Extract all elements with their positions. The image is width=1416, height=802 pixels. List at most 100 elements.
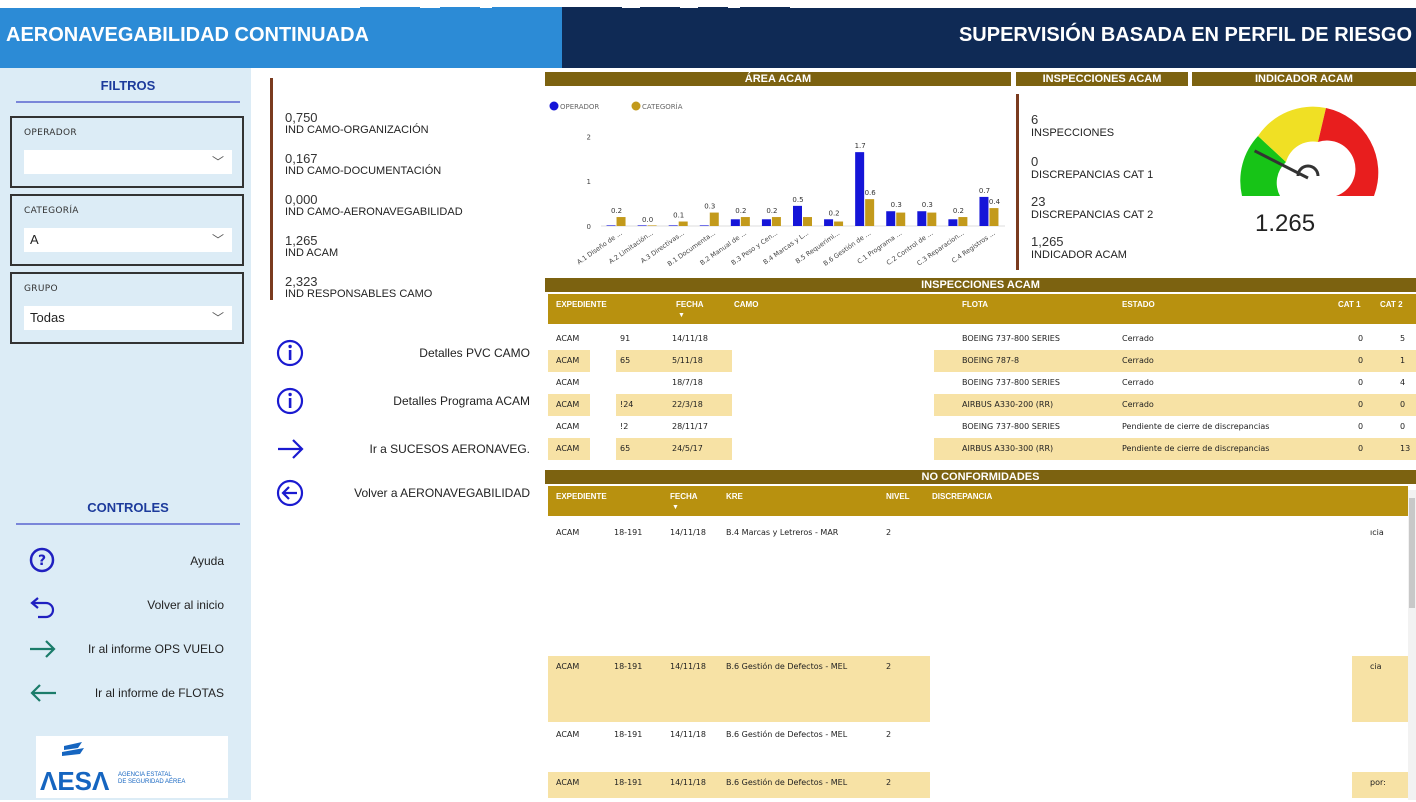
col-fecha[interactable]: FECHA — [676, 300, 704, 309]
kpi-value: 1,265 — [1031, 234, 1064, 249]
operador-label: OPERADOR — [24, 128, 77, 138]
col-cat2[interactable]: CAT 2 — [1380, 300, 1403, 309]
home-button[interactable]: Volver al inicio — [28, 590, 228, 620]
cell-fecha: 14/11/18 — [670, 662, 706, 671]
cell-flota: BOEING 737-800 SERIES — [962, 378, 1060, 387]
cell-tail: cia — [1370, 662, 1382, 671]
bar — [803, 217, 812, 226]
table-row[interactable]: ACAM 18-191 14/11/18 B.6 Gestión de Defecto… — [548, 656, 1408, 722]
help-icon: ? — [29, 547, 55, 573]
cell-estado: Cerrado — [1122, 400, 1154, 409]
scrollbar-thumb[interactable] — [1409, 498, 1415, 608]
cell-exp: ACAM — [556, 662, 580, 671]
circle-arrow-left-icon — [276, 479, 304, 507]
data-label: 0.2 — [611, 207, 622, 215]
cell-exp: ACAM — [556, 378, 580, 387]
grupo-label: GRUPO — [24, 284, 58, 294]
cell-num: 65 — [620, 444, 631, 453]
kpi-camo-aeronavegabilidad: 0,000 IND CAMO-AERONAVEGABILIDAD — [285, 192, 463, 218]
bar — [616, 217, 626, 226]
kpi-label: DISCREPANCIAS CAT 2 — [1031, 209, 1154, 221]
categoria-label: CATEGORÍA — [24, 206, 79, 216]
no-conformidades-title: NO CONFORMIDADES — [545, 470, 1416, 484]
kpi-label: IND RESPONSABLES CAMO — [285, 288, 433, 300]
cell-cat1: 0 — [1358, 378, 1364, 387]
col-expediente[interactable]: EXPEDIENTE — [556, 300, 607, 309]
kpi-label: DISCREPANCIAS CAT 1 — [1031, 169, 1154, 181]
cell-cat1: 0 — [1358, 444, 1364, 453]
bar — [668, 225, 678, 226]
col-cat1[interactable]: CAT 1 — [1338, 300, 1361, 309]
cell-flota: BOEING 787-8 — [962, 356, 1020, 365]
cell-kre: B.4 Marcas y Letreros - MAR — [726, 528, 839, 537]
cell-fecha: 5/11/18 — [672, 356, 703, 365]
logo-subtitle-1: AGENCIA ESTATAL — [118, 772, 172, 778]
cell-num: 18-191 — [614, 662, 643, 671]
col-fecha[interactable]: FECHA — [670, 492, 698, 501]
bar — [896, 212, 906, 226]
col-estado[interactable]: ESTADO — [1122, 300, 1155, 309]
kpi-value: 1,265 — [285, 233, 318, 248]
operador-dropdown[interactable]: ﹀ — [24, 150, 232, 174]
cell-flota: BOEING 737-800 SERIES — [962, 334, 1060, 343]
redacted-cell — [590, 350, 616, 372]
cell-cat2: 0 — [1400, 400, 1406, 409]
cell-exp: ACAM — [556, 730, 580, 739]
col-discrepancia[interactable]: DISCREPANCIA — [932, 492, 992, 501]
nc-table-scrollbar[interactable] — [1408, 490, 1416, 800]
table-row[interactable]: ACAM 65 5/11/18 BOEING 787-8 Cerrado 0 1 — [548, 350, 1416, 372]
nav-label: Ir a SUCESOS AERONAVEG. — [369, 442, 531, 456]
grupo-dropdown[interactable]: Todas ﹀ — [24, 306, 232, 330]
cell-num: !24 — [620, 400, 634, 409]
kpi-acam: 1,265 IND ACAM — [285, 233, 338, 259]
data-label: 0.7 — [979, 187, 990, 195]
cell-estado: Pendiente de cierre de discrepancias — [1122, 444, 1270, 453]
cell-fecha: 22/3/18 — [672, 400, 703, 409]
inspecciones-table-title: INSPECCIONES ACAM — [545, 278, 1416, 292]
bar — [979, 196, 989, 226]
cell-cat2: 1 — [1400, 356, 1406, 365]
table-row[interactable]: ACAM 18-191 14/11/18 B.6 Gestión de Defecto… — [548, 772, 1408, 798]
flotas-button[interactable]: Ir al informe de FLOTAS — [28, 678, 228, 708]
logo-subtitle-2: DE SEGURIDAD AÉREA — [118, 779, 186, 785]
detalles-programa-acam-link[interactable]: Detalles Programa ACAM — [276, 386, 530, 416]
cell-cat1: 0 — [1358, 400, 1364, 409]
table-row[interactable]: ACAM !2 28/11/17 BOEING 737-800 SERIES Pendi… — [548, 416, 1416, 438]
aesa-logo: ΛESΛ AGENCIA ESTATAL DE SEGURIDAD AÉREA — [36, 736, 228, 798]
nc-table-header: EXPEDIENTE FECHA KRE NIVEL DISCREPANCIA … — [548, 486, 1408, 516]
gauge-value: 1.265 — [1255, 210, 1316, 237]
table-row[interactable]: ACAM 18/7/18 BOEING 737-800 SERIES Cerrado 0… — [548, 372, 1416, 394]
data-label: 0.0 — [642, 216, 653, 224]
table-row[interactable]: ACAM 65 24/5/17 AIRBUS A330-300 (RR) Pendien… — [548, 438, 1416, 460]
sucesos-aeronaveg-link[interactable]: Ir a SUCESOS AERONAVEG. — [276, 434, 530, 464]
table-row[interactable]: ACAM !24 22/3/18 AIRBUS A330-200 (RR) Cerrad… — [548, 394, 1416, 416]
col-kre[interactable]: KRE — [726, 492, 743, 501]
col-camo[interactable]: CAMO — [734, 300, 758, 309]
report-subtitle: SUPERVISIÓN BASADA EN PERFIL DE RIESGO — [958, 24, 1412, 46]
table-row[interactable]: ACAM 18-191 14/11/18 B.4 Marcas y Letreros … — [548, 522, 1408, 544]
ops-vuelo-button[interactable]: Ir al informe OPS VUELO — [28, 634, 228, 664]
volver-aeronavegabilidad-link[interactable]: Volver a AERONAVEGABILIDAD — [276, 478, 530, 508]
data-label: 0.2 — [829, 209, 840, 217]
table-row[interactable]: ACAM 91 14/11/18 BOEING 737-800 SERIES Cerra… — [548, 328, 1416, 350]
bar — [709, 212, 719, 226]
header-top-strip — [0, 0, 1416, 15]
help-button[interactable]: ? Ayuda — [28, 546, 228, 576]
bar — [927, 212, 937, 226]
bar — [637, 225, 647, 226]
cell-fecha: 14/11/18 — [670, 778, 706, 787]
table-row[interactable]: ACAM 18-191 14/11/18 B.6 Gestión de Defecto… — [548, 724, 1408, 746]
kpi-label: IND CAMO-ORGANIZACIÓN — [285, 124, 429, 136]
col-flota[interactable]: FLOTA — [962, 300, 988, 309]
indicador-acam-header: INDICADOR ACAM — [1192, 72, 1416, 86]
col-nivel[interactable]: NIVEL — [886, 492, 910, 501]
y-tick-label: 0 — [587, 223, 591, 231]
col-expediente[interactable]: EXPEDIENTE — [556, 492, 607, 501]
cell-nivel: 2 — [886, 662, 892, 671]
categoria-dropdown[interactable]: A ﹀ — [24, 228, 232, 252]
cell-exp: ACAM — [556, 400, 580, 409]
cell-nivel: 2 — [886, 730, 892, 739]
data-label: 0.6 — [865, 189, 877, 197]
gauge-red-band — [1318, 108, 1379, 196]
detalles-pvc-camo-link[interactable]: Detalles PVC CAMO — [276, 338, 530, 368]
